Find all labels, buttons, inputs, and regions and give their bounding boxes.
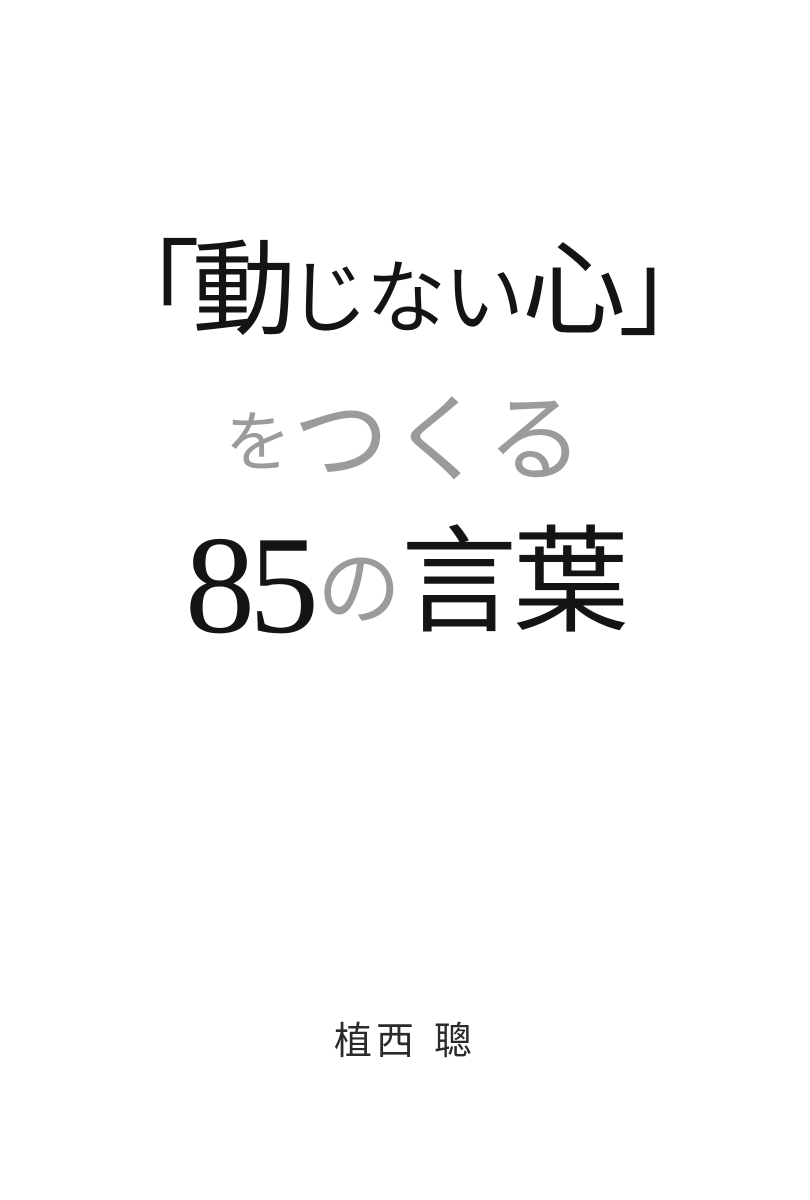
- title-kanji-kokoro: 心: [522, 229, 626, 351]
- title-close-bracket: 」: [618, 229, 722, 351]
- book-cover-page: 「動じない心」 をつくる 85の言葉 植西 聰: [0, 0, 810, 1200]
- title-kana-jinai: じない: [288, 252, 524, 345]
- title-kotoba: 言葉: [401, 515, 629, 650]
- title-particle-no: の: [316, 540, 401, 638]
- title-number: 85: [184, 508, 319, 663]
- author-name: 植西 聰: [333, 1019, 477, 1063]
- title-line-2: をつくる: [0, 392, 810, 488]
- title-particle-wo: を: [224, 404, 293, 481]
- title-open-bracket: 「: [95, 229, 200, 351]
- title-line-3: 85の言葉: [0, 516, 810, 656]
- title-kanji-ugo: 動: [191, 229, 296, 351]
- title-line-1: 「動じない心」: [0, 238, 810, 342]
- title-tsukuru: つくる: [292, 384, 586, 496]
